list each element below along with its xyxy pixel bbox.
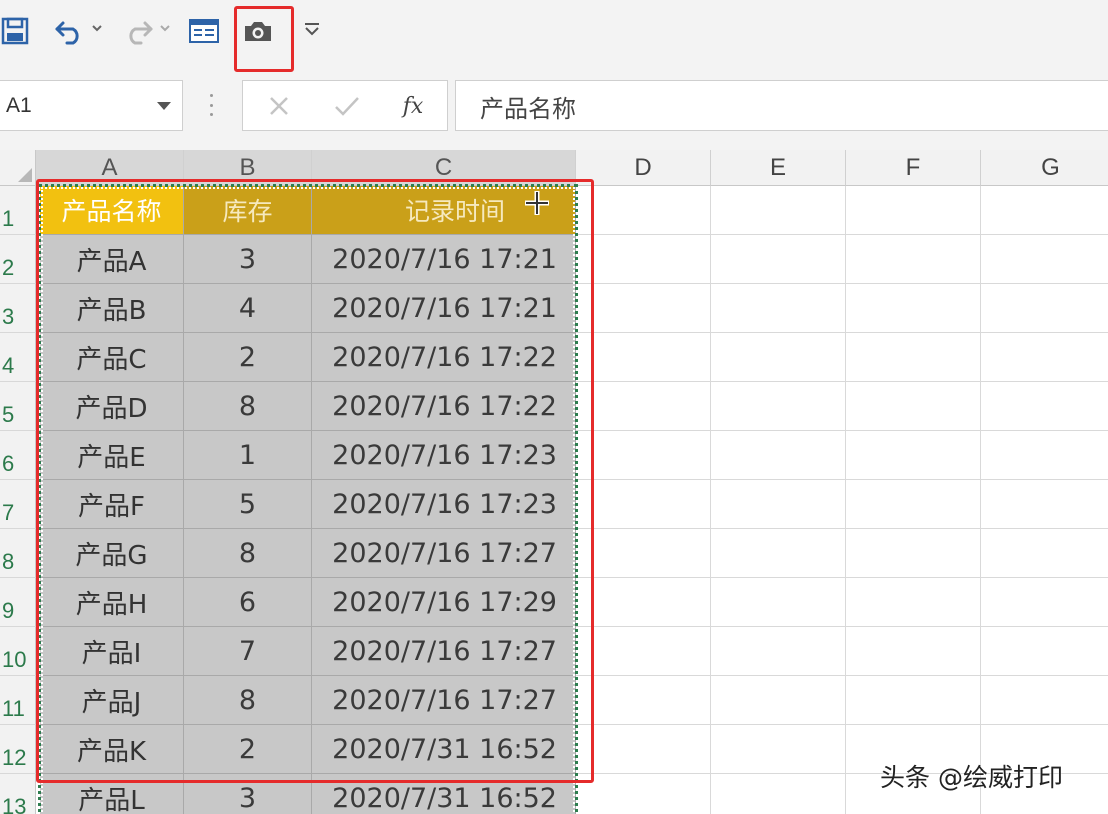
- row-header-4[interactable]: 4: [0, 333, 36, 382]
- save-icon[interactable]: [0, 14, 30, 48]
- formula-buttons: fx: [242, 80, 448, 131]
- range-highlight-box: [36, 179, 594, 783]
- camera-highlight-box: [234, 6, 294, 72]
- customize-toolbar-icon[interactable]: [300, 16, 324, 42]
- column-header-d[interactable]: D: [576, 150, 711, 186]
- print-preview-icon[interactable]: [186, 14, 222, 48]
- name-box-value: A1: [6, 94, 32, 117]
- gridline: [845, 186, 846, 814]
- name-box[interactable]: A1: [0, 80, 183, 131]
- row-header-3[interactable]: 3: [0, 284, 36, 333]
- row-header-2[interactable]: 2: [0, 235, 36, 284]
- row-header-10[interactable]: 10: [0, 627, 36, 676]
- row-header-6[interactable]: 6: [0, 431, 36, 480]
- row-header-1[interactable]: 1: [0, 186, 36, 235]
- column-header-e[interactable]: E: [711, 150, 846, 186]
- formula-bar-grip-icon[interactable]: [209, 94, 213, 116]
- name-box-dropdown-icon[interactable]: [157, 102, 171, 110]
- select-all-corner[interactable]: [0, 150, 36, 186]
- watermark: 头条 @绘威打印: [880, 763, 1063, 792]
- insert-function-button[interactable]: fx: [393, 91, 433, 121]
- quick-access-toolbar: [0, 0, 1108, 80]
- undo-icon[interactable]: [50, 12, 90, 48]
- undo-dropdown-icon[interactable]: [90, 20, 104, 36]
- spreadsheet-grid: A B C D E F G 1 2 3 4 5 6 7 8 9 10 11 12…: [0, 150, 1108, 814]
- formula-input[interactable]: 产品名称: [455, 80, 1108, 131]
- row-header-12[interactable]: 12: [0, 725, 36, 774]
- cross-cursor-icon: [524, 190, 550, 216]
- formula-bar: A1 fx 产品名称: [0, 80, 1108, 150]
- redo-icon[interactable]: [118, 12, 158, 48]
- gridline: [710, 186, 711, 814]
- fx-label: fx: [402, 93, 424, 119]
- formula-content: 产品名称: [480, 95, 576, 123]
- column-header-f[interactable]: F: [846, 150, 981, 186]
- redo-dropdown-icon[interactable]: [158, 20, 172, 36]
- row-header-9[interactable]: 9: [0, 578, 36, 627]
- column-header-g[interactable]: G: [981, 150, 1108, 186]
- gridline: [980, 186, 981, 814]
- row-header-5[interactable]: 5: [0, 382, 36, 431]
- row-header-13[interactable]: 13: [0, 774, 36, 814]
- cancel-icon[interactable]: [259, 91, 299, 121]
- row-header-8[interactable]: 8: [0, 529, 36, 578]
- row-header-11[interactable]: 11: [0, 676, 36, 725]
- row-header-7[interactable]: 7: [0, 480, 36, 529]
- confirm-icon[interactable]: [327, 91, 367, 121]
